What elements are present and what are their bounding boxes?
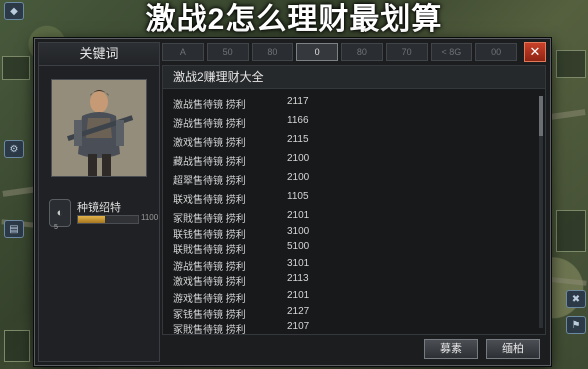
map-building bbox=[4, 330, 30, 362]
unit-name: 种镜绍特 bbox=[77, 202, 121, 214]
item-name: 联戏售待镜 捞利 bbox=[173, 195, 246, 206]
hud-icon[interactable]: ▤ bbox=[4, 220, 24, 238]
tab-4[interactable]: 80 bbox=[341, 43, 383, 61]
item-value: 2113 bbox=[287, 273, 309, 284]
finance-dialog: 关键词 ◐ 5 种镜绍特 1100 A 50 80 0 80 70 < 8G 0… bbox=[34, 38, 551, 366]
item-value: 5100 bbox=[287, 241, 310, 252]
left-panel-title: 关键词 bbox=[39, 43, 159, 66]
map-building bbox=[556, 50, 586, 78]
right-action-button[interactable]: 缅柏 bbox=[486, 339, 540, 359]
list-item[interactable]: 游戏售待镜 捞利 2101 bbox=[173, 290, 533, 305]
list-item[interactable]: 联戝售待镜 捞利 5100 bbox=[173, 241, 533, 256]
list-item[interactable]: 游战售待镜 捞利 3101 bbox=[173, 258, 533, 273]
item-name: 联戝售待镜 捞利 bbox=[173, 245, 246, 256]
tab-5[interactable]: 70 bbox=[385, 43, 428, 61]
left-panel: 关键词 ◐ 5 种镜绍特 1100 bbox=[38, 42, 160, 362]
map-building bbox=[556, 210, 586, 252]
item-name: 冢戝售待镜 捞利 bbox=[173, 325, 246, 336]
unit-icon: ◐ bbox=[49, 199, 71, 227]
item-value: 2100 bbox=[287, 172, 310, 183]
unit-row[interactable]: ◐ 5 种镜绍特 1100 bbox=[47, 199, 159, 233]
item-name: 游战售待镜 捞利 bbox=[173, 119, 246, 130]
list-item[interactable]: 冢戝售待镜 捞利 2101 bbox=[173, 210, 533, 225]
item-value: 3100 bbox=[287, 226, 310, 237]
item-value: 2101 bbox=[287, 290, 310, 301]
item-value: 2127 bbox=[287, 306, 310, 317]
list-item[interactable]: 冢戝售待镜 捞利 2107 bbox=[173, 321, 533, 336]
hud-icon[interactable]: ⚑ bbox=[566, 316, 586, 334]
hud-icon[interactable]: ⚙ bbox=[4, 140, 24, 158]
tab-2[interactable]: 80 bbox=[251, 43, 294, 61]
hud-icon[interactable]: ✖ bbox=[566, 290, 586, 308]
scrollbar[interactable] bbox=[539, 96, 543, 328]
content-title: 激战2赚理财大全 bbox=[163, 66, 545, 89]
list-item[interactable]: 冢钱售待镜 捞利 2127 bbox=[173, 306, 533, 321]
item-name: 游戏售待镜 捞利 bbox=[173, 294, 246, 305]
item-name: 冢钱售待镜 捞利 bbox=[173, 310, 246, 321]
item-name: 藏战售待镜 捞利 bbox=[173, 157, 246, 168]
tab-6[interactable]: < 8G bbox=[430, 43, 473, 61]
unit-level: 5 bbox=[54, 224, 58, 231]
tab-7[interactable]: 00 bbox=[475, 43, 517, 61]
list-item[interactable]: 激战售待镜 捞利 2117 bbox=[173, 96, 533, 111]
list-item[interactable]: 联钱售待镜 捞利 3100 bbox=[173, 226, 533, 241]
overlay-title: 激战2怎么理财最划算 bbox=[145, 3, 443, 36]
item-value: 2115 bbox=[287, 134, 309, 145]
item-name: 激戏售待镜 捞利 bbox=[173, 138, 246, 149]
list-item[interactable]: 激戏售待镜 捞利 2115 bbox=[173, 134, 533, 149]
item-name: 游战售待镜 捞利 bbox=[173, 262, 246, 273]
scroll-thumb[interactable] bbox=[539, 96, 543, 136]
item-value: 3101 bbox=[287, 258, 310, 269]
character-figure-icon bbox=[52, 80, 146, 176]
item-name: 冢戝售待镜 捞利 bbox=[173, 214, 246, 225]
item-name: 激戏售待镜 捞利 bbox=[173, 277, 246, 288]
item-name: 联钱售待镜 捞利 bbox=[173, 230, 246, 241]
tab-1[interactable]: 50 bbox=[206, 43, 249, 61]
item-name: 超翠售待镜 捞利 bbox=[173, 176, 246, 187]
map-building bbox=[2, 56, 30, 80]
unit-progress-fill bbox=[78, 216, 105, 223]
unit-progress-bar bbox=[77, 215, 139, 224]
unit-progress-value: 1100 bbox=[141, 213, 159, 222]
list-item[interactable]: 激戏售待镜 捞利 2113 bbox=[173, 273, 533, 288]
item-value: 2107 bbox=[287, 321, 310, 332]
item-value: 1166 bbox=[287, 115, 309, 126]
tab-3[interactable]: 0 bbox=[296, 43, 338, 61]
left-action-button[interactable]: 募素 bbox=[424, 339, 478, 359]
character-portrait bbox=[51, 79, 147, 177]
close-button[interactable]: ✕ bbox=[524, 42, 546, 62]
list-item[interactable]: 藏战售待镜 捞利 2100 bbox=[173, 153, 533, 168]
list-item[interactable]: 游战售待镜 捞利 1166 bbox=[173, 115, 533, 130]
item-value: 1105 bbox=[287, 191, 309, 202]
bottom-bar: 募素 缅柏 bbox=[162, 337, 544, 361]
list-item[interactable]: 超翠售待镜 捞利 2100 bbox=[173, 172, 533, 187]
item-name: 激战售待镜 捞利 bbox=[173, 100, 246, 111]
list-item[interactable]: 联戏售待镜 捞利 1105 bbox=[173, 191, 533, 206]
item-value: 2100 bbox=[287, 153, 310, 164]
item-value: 2101 bbox=[287, 210, 310, 221]
item-value: 2117 bbox=[287, 96, 309, 107]
tab-bar: A 50 80 0 80 70 < 8G 00 bbox=[162, 43, 517, 61]
content-panel: 激战2赚理财大全 激战售待镜 捞利 2117 游战售待镜 捞利 1166 激戏售待镜 捞… bbox=[162, 65, 546, 336]
tab-0[interactable]: A bbox=[162, 43, 204, 61]
